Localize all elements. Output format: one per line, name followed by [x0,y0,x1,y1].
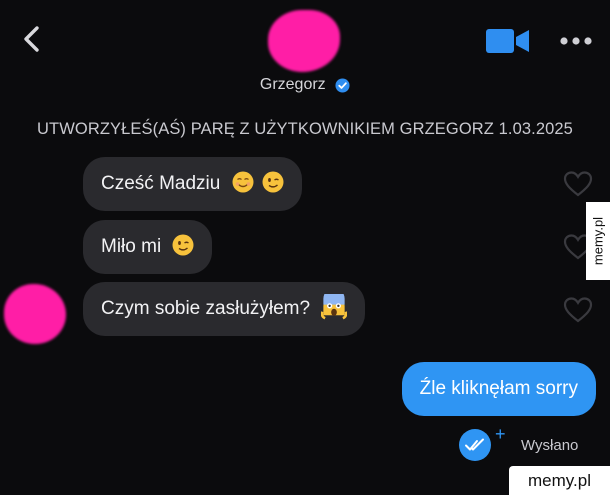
message-text: Źle kliknęłam sorry [419,378,578,399]
side-watermark: memy.pl [586,202,610,280]
more-dots-icon [560,37,592,45]
side-watermark-text: memy.pl [590,216,606,266]
incoming-message[interactable]: Czym sobie zasłużyłem? [83,282,366,336]
message-text: Cześć Madziu [101,173,221,194]
outgoing-message[interactable]: Źle kliknęłam sorry [401,362,596,416]
message-text: Miło mi [101,236,162,257]
incoming-message[interactable]: Miło mi [83,220,213,274]
wink-emoji-icon [262,171,284,193]
sender-avatar-redacted[interactable] [4,284,66,344]
chevron-left-icon [24,26,39,52]
corner-watermark: memy.pl [509,466,610,495]
double-check-icon [459,429,491,461]
message-text: Czym sobie zasłużyłem? [101,298,311,319]
screaming-face-emoji-icon [321,294,348,320]
like-message-button[interactable] [563,296,593,324]
more-options-button[interactable] [556,33,596,49]
back-button[interactable] [16,22,50,56]
contact-avatar-redacted[interactable] [268,10,340,72]
video-call-button[interactable] [485,26,531,56]
incoming-message[interactable]: Cześć Madziu [83,157,302,211]
verified-check-icon [335,77,350,93]
contact-name: Grzegorz [259,76,326,93]
read-receipt [458,428,492,462]
contact-name-row[interactable]: Grzegorz [0,76,610,94]
wink-emoji-icon [172,234,194,256]
heart-outline-icon [563,171,593,197]
relieved-smile-emoji-icon [232,171,254,193]
match-notice: UTWORZYŁEŚ(AŚ) PARĘ Z UŻYTKOWNIKIEM GRZE… [37,120,573,138]
video-camera-icon [486,29,529,53]
message-status: Wysłano [521,437,579,454]
like-message-button[interactable] [563,170,593,198]
plus-icon: + [495,424,506,444]
heart-outline-icon [563,297,593,323]
